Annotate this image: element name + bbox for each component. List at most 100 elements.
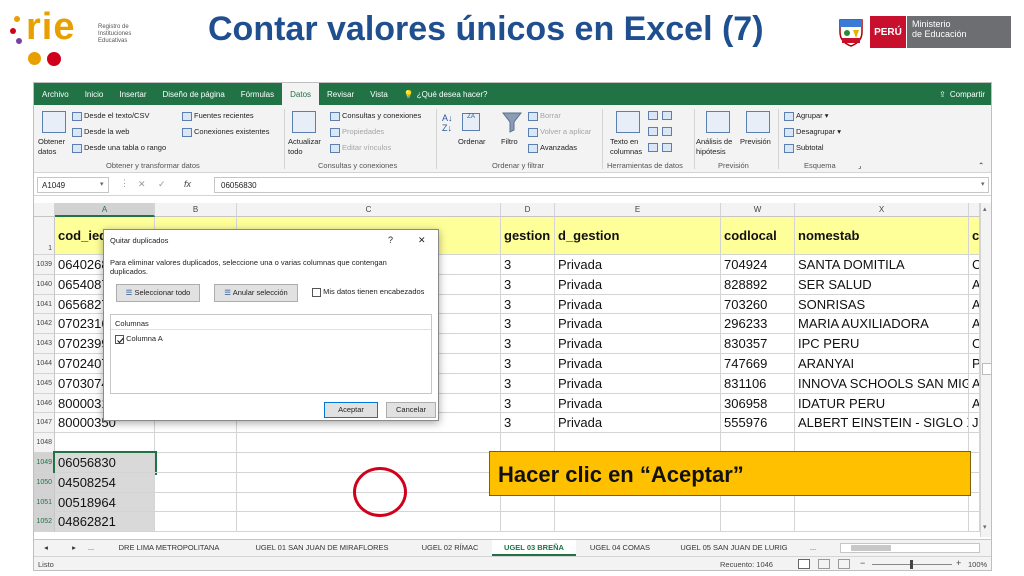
queries-connections-button[interactable]: Consultas y conexiones	[330, 111, 421, 121]
cancel-icon[interactable]: ✕	[138, 179, 146, 190]
cell-y[interactable]: A	[969, 294, 980, 315]
relationships-icon[interactable]	[662, 127, 672, 136]
select-all-button[interactable]: ☰ Seleccionar todo	[116, 284, 200, 302]
cell-x[interactable]: SONRISAS	[795, 294, 969, 315]
row-header[interactable]: 1042	[34, 314, 55, 335]
close-icon[interactable]: ✕	[418, 235, 426, 246]
cell-b[interactable]	[155, 512, 237, 533]
help-icon[interactable]: ?	[388, 235, 393, 245]
edit-links-button[interactable]: Editar vínculos	[330, 143, 391, 153]
sheet-tab-ugel-05[interactable]: UGEL 05 SAN JUAN DE LURIG	[664, 540, 804, 556]
row-header[interactable]: 1045	[34, 373, 55, 394]
cell-y[interactable]	[969, 433, 980, 453]
sheet-tab-dre-lima[interactable]: DRE LIMA METROPOLITANA	[104, 540, 234, 556]
normal-view-icon[interactable]	[798, 559, 810, 569]
cell-w[interactable]: 704924	[721, 255, 795, 275]
remove-duplicates-icon[interactable]	[648, 127, 658, 136]
unselect-all-button[interactable]: ☰ Anular selección	[214, 284, 298, 302]
cell-b[interactable]	[155, 472, 237, 493]
sheet-tab-ugel-03[interactable]: UGEL 03 BREÑA	[492, 540, 576, 556]
cell-d[interactable]	[501, 512, 555, 533]
cell-w[interactable]: 306958	[721, 393, 795, 414]
row-header[interactable]: 1044	[34, 354, 55, 374]
sort-dialog-icon[interactable]: ZA	[462, 113, 480, 131]
cell-y[interactable]: A	[969, 373, 980, 394]
row-header[interactable]: 1040	[34, 274, 55, 295]
column-a-checkbox[interactable]: Columna A	[115, 334, 163, 344]
share-button[interactable]: ⇪ Compartir	[931, 83, 991, 105]
advanced-button[interactable]: Avanzadas	[528, 143, 577, 153]
header-cell-d[interactable]: gestion	[501, 217, 555, 255]
cell-x[interactable]	[795, 433, 969, 453]
consolidate-icon[interactable]	[662, 111, 672, 120]
sheet-ellipsis-left[interactable]: ...	[84, 540, 98, 556]
cell-x[interactable]: IDATUR PERU	[795, 393, 969, 414]
cancel-button[interactable]: Cancelar	[386, 402, 436, 418]
header-cell-y[interactable]: c	[969, 217, 980, 255]
scroll-up-icon[interactable]: ▴	[983, 205, 987, 213]
header-cell-w[interactable]: codlocal	[721, 217, 795, 255]
tab-vista[interactable]: Vista	[362, 83, 396, 105]
tell-me-box[interactable]: 💡 ¿Qué desea hacer?	[396, 83, 496, 105]
cell-e[interactable]: Privada	[555, 393, 721, 414]
cell-b[interactable]	[155, 453, 237, 473]
tab-revisar[interactable]: Revisar	[319, 83, 362, 105]
cell-a[interactable]: 04508254	[55, 472, 155, 493]
cell-d[interactable]: 3	[501, 354, 555, 374]
cell-y[interactable]: C	[969, 334, 980, 354]
data-validation-icon[interactable]	[648, 143, 658, 152]
cell-e[interactable]: Privada	[555, 274, 721, 295]
cell-d[interactable]: 3	[501, 334, 555, 354]
sheet-tab-ugel-01[interactable]: UGEL 01 SAN JUAN DE MIRAFLORES	[236, 540, 408, 556]
forecast-button[interactable]: Previsión	[740, 137, 771, 146]
column-header-c[interactable]: C	[237, 203, 501, 217]
cell-e[interactable]: Privada	[555, 294, 721, 315]
sort-az-icon[interactable]: A↓ Z↓	[442, 113, 453, 133]
page-layout-view-icon[interactable]	[818, 559, 830, 569]
cell-w[interactable]: 555976	[721, 413, 795, 434]
cell-d[interactable]: 3	[501, 255, 555, 275]
outline-launcher-icon[interactable]: ⌟	[858, 161, 862, 170]
cell-d[interactable]: 3	[501, 294, 555, 315]
cell-d[interactable]	[501, 433, 555, 453]
cell-d[interactable]: 3	[501, 274, 555, 295]
insert-function-icon[interactable]: fx	[184, 179, 191, 189]
properties-button[interactable]: Propiedades	[330, 127, 384, 137]
cell-e[interactable]	[555, 433, 721, 453]
scroll-down-icon[interactable]: ▾	[983, 523, 987, 531]
cell-a[interactable]: 06056830	[53, 451, 157, 475]
cell-e[interactable]: Privada	[555, 373, 721, 394]
cell-b[interactable]	[155, 492, 237, 513]
tab-formulas[interactable]: Fórmulas	[233, 83, 282, 105]
cell-d[interactable]: 3	[501, 314, 555, 335]
cell-w[interactable]	[721, 433, 795, 453]
row-header[interactable]: 1051	[34, 492, 55, 513]
cell-d[interactable]: 3	[501, 393, 555, 414]
filter-button[interactable]: Filtro	[501, 137, 518, 146]
column-header-w[interactable]: W	[721, 203, 795, 217]
cell-w[interactable]	[721, 512, 795, 533]
cell-b[interactable]	[155, 433, 237, 453]
group-button[interactable]: Agrupar ▾	[784, 111, 829, 121]
checkbox-checked-icon[interactable]	[115, 334, 124, 344]
header-cell-e[interactable]: d_gestion	[555, 217, 721, 255]
refresh-all-button[interactable]: Actualizar todo	[288, 137, 321, 157]
cell-x[interactable]: SER SALUD	[795, 274, 969, 295]
name-box[interactable]: A1049	[37, 177, 109, 193]
clear-button[interactable]: Borrar	[528, 111, 561, 121]
cell-y[interactable]: A	[969, 274, 980, 295]
zoom-in-icon[interactable]: +	[956, 558, 961, 568]
cell-a[interactable]	[55, 433, 155, 453]
cell-w[interactable]: 703260	[721, 294, 795, 315]
cell-x[interactable]: INNOVA SCHOOLS SAN MIGU	[795, 373, 969, 394]
tab-archivo[interactable]: Archivo	[34, 83, 77, 105]
column-header-partial[interactable]	[969, 203, 980, 217]
cell-y[interactable]: J	[969, 413, 980, 434]
tab-datos[interactable]: Datos	[282, 83, 320, 105]
tab-inicio[interactable]: Inicio	[77, 83, 112, 105]
tab-diseno-pagina[interactable]: Diseño de página	[155, 83, 233, 105]
sort-button[interactable]: Ordenar	[458, 137, 486, 146]
cell-e[interactable]	[555, 512, 721, 533]
cell-x[interactable]: IPC PERU	[795, 334, 969, 354]
from-text-csv-button[interactable]: Desde el texto/CSV	[72, 111, 149, 121]
